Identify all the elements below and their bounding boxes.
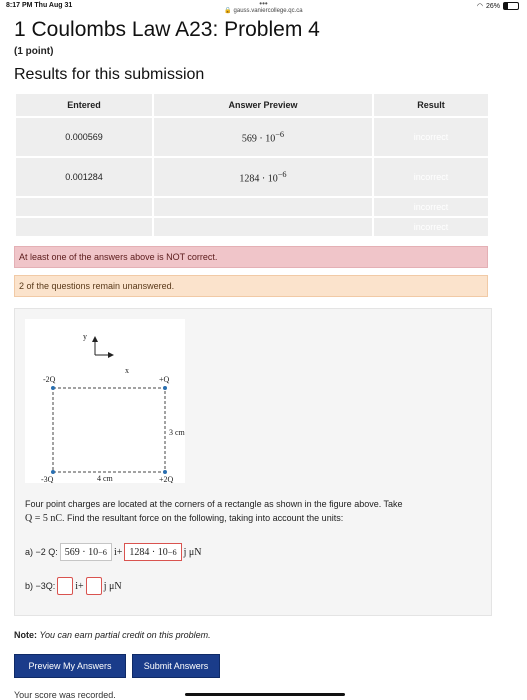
charge-dot xyxy=(163,470,167,474)
answer-b-row: b) −3Q: i+ j μN xyxy=(25,577,122,595)
results-heading: Results for this submission xyxy=(14,66,205,83)
answer-a-y-exponent: −6 xyxy=(167,547,177,557)
battery-percent: 26% xyxy=(485,2,500,10)
battery-fill xyxy=(504,3,508,9)
table-header-row: Entered Answer Preview Result xyxy=(14,92,490,118)
preview-cell xyxy=(152,196,374,218)
table-row: 0.000569 569 · 10−6 incorrect xyxy=(14,116,490,158)
header-result: Result xyxy=(372,92,490,118)
note-text: You can earn partial credit on this prob… xyxy=(39,630,211,640)
preview-value: 1284 · 10 xyxy=(239,173,278,185)
charge-label-bottom-left: -3Q xyxy=(41,475,54,483)
warning-message: 2 of the questions remain unanswered. xyxy=(14,275,488,297)
header-entered: Entered xyxy=(14,92,154,118)
unit-b: j μN xyxy=(103,580,122,592)
note: Note: You can earn partial credit on thi… xyxy=(14,630,211,640)
address-bar[interactable]: 🔒 gauss.vaniercollege.qc.ca xyxy=(0,7,527,14)
charge-label-top-left: -2Q xyxy=(43,375,56,384)
page-title: 1 Coulombs Law A23: Problem 4 xyxy=(14,18,320,41)
result-cell: incorrect xyxy=(372,216,490,238)
entered-cell xyxy=(14,216,154,238)
entered-cell xyxy=(14,196,154,218)
answer-a-x-value: 569 · 10 xyxy=(64,546,99,558)
submit-answers-button[interactable]: Submit Answers xyxy=(132,654,220,678)
wifi-icon: ◠ xyxy=(476,3,483,10)
problem-text-1: Four point charges are located at the co… xyxy=(25,499,403,509)
unit-a: j μN xyxy=(183,546,202,558)
home-indicator[interactable] xyxy=(185,693,345,696)
result-cell: incorrect xyxy=(372,196,490,218)
problem-text-2: . Find the resultant force on the follow… xyxy=(62,513,344,523)
score-recorded-message: Your score was recorded. xyxy=(14,690,116,700)
entered-cell: 0.000569 xyxy=(14,116,154,158)
charge-dot xyxy=(51,386,55,390)
preview-cell: 1284 · 10−6 xyxy=(152,156,374,198)
result-cell: incorrect xyxy=(372,116,490,158)
charge-dot xyxy=(51,470,55,474)
preview-exponent: −6 xyxy=(275,129,285,139)
answer-a-y-value: 1284 · 10 xyxy=(129,546,168,558)
part-b-label: b) −3Q: xyxy=(25,581,56,591)
preview-exponent: −6 xyxy=(277,169,287,179)
dimension-width-label: 4 cm xyxy=(97,474,114,483)
result-cell: incorrect xyxy=(372,156,490,198)
problem-statement: Four point charges are located at the co… xyxy=(25,497,485,526)
answer-b-y-input[interactable] xyxy=(85,577,102,595)
answer-b-x-input[interactable] xyxy=(57,577,74,595)
preview-answers-button[interactable]: Preview My Answers xyxy=(14,654,126,678)
table-row: incorrect xyxy=(14,196,490,218)
preview-value: 569 · 10 xyxy=(241,133,276,145)
problem-math-q: Q = 5 nC xyxy=(25,513,63,524)
error-message: At least one of the answers above is NOT… xyxy=(14,246,488,268)
charge-label-top-right: +Q xyxy=(159,375,170,384)
status-bar: 8:17 PM Thu Aug 31 ••• 🔒 gauss.vaniercol… xyxy=(0,0,527,14)
i-hat: i+ xyxy=(75,580,84,592)
note-label: Note: xyxy=(14,630,37,640)
header-answer-preview: Answer Preview xyxy=(152,92,374,118)
table-row: 0.001284 1284 · 10−6 incorrect xyxy=(14,156,490,198)
axis-x-label: x xyxy=(125,366,129,375)
i-hat: i+ xyxy=(113,546,123,558)
dimension-height-label: 3 cm xyxy=(169,428,185,437)
url-text: gauss.vaniercollege.qc.ca xyxy=(233,8,303,14)
status-right: ◠ 26% xyxy=(477,2,519,10)
points-label: (1 point) xyxy=(14,46,54,57)
battery-icon xyxy=(503,2,519,10)
answer-a-x-exponent: −6 xyxy=(98,547,107,557)
answer-a-x-input[interactable]: 569 · 10 −6 xyxy=(59,543,112,561)
answer-a-row: a) −2 Q: 569 · 10 −6 i+ 1284 · 10 −6 j μN xyxy=(25,543,202,561)
charge-dot xyxy=(163,386,167,390)
entered-cell: 0.001284 xyxy=(14,156,154,198)
rectangle-figure: y x -2Q +Q -3Q +2Q 3 cm 4 cm xyxy=(25,319,186,484)
answer-a-y-input[interactable]: 1284 · 10 −6 xyxy=(124,543,182,561)
part-a-label: a) −2 Q: xyxy=(25,547,58,557)
preview-cell xyxy=(152,216,374,238)
results-table: Entered Answer Preview Result 0.000569 5… xyxy=(14,92,490,238)
charge-label-bottom-right: +2Q xyxy=(159,475,174,483)
table-row: incorrect xyxy=(14,216,490,238)
preview-cell: 569 · 10−6 xyxy=(152,116,374,158)
rectangle-outline xyxy=(52,387,166,473)
problem-panel: y x -2Q +Q -3Q +2Q 3 cm 4 cm Four point … xyxy=(14,308,492,616)
axis-y-label: y xyxy=(83,332,87,341)
